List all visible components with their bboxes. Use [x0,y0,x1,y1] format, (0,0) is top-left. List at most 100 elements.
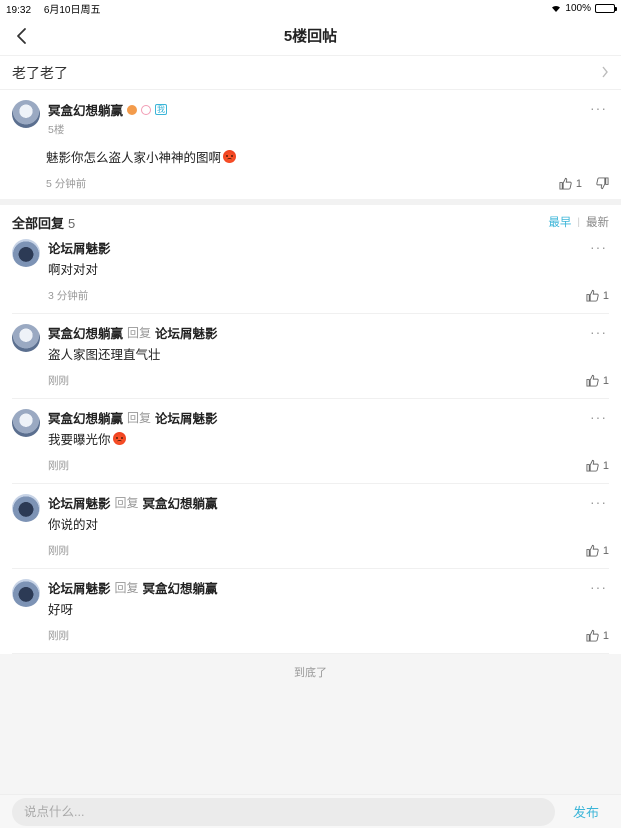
floor-number: 5楼 [48,124,65,136]
thumbs-up-icon [586,629,599,642]
sort-separator: | [577,216,580,228]
post-content: 魅影你怎么盗人家小神神的图啊 [46,147,609,166]
reply-text: 我要曝光你 [48,433,111,447]
reply-to-label: 回复 [127,410,152,425]
dislike-button[interactable] [596,177,609,190]
reply-item[interactable]: 论坛屑魅影 回复 冥盒幻想躺赢 你说的对 刚刚 ··· 1 [0,484,621,569]
reply-text: 盗人家图还理直气壮 [48,348,161,362]
more-options-icon[interactable]: ··· [590,324,607,340]
reply-text: 你说的对 [48,518,99,532]
like-count: 1 [602,629,609,642]
reply-author-name[interactable]: 论坛屑魅影 [48,578,111,597]
post-time: 5 分钟前 [46,178,87,190]
more-options-icon[interactable]: ··· [590,100,607,116]
avatar[interactable] [12,100,40,128]
reply-target-name[interactable]: 论坛屑魅影 [155,323,218,342]
avatar[interactable] [12,494,40,522]
sort-toggle: 最早 | 最新 [548,214,609,230]
replies-count: 5 [68,215,76,231]
reply-target-name[interactable]: 冥盒幻想躺赢 [143,578,218,597]
more-options-icon[interactable]: ··· [590,409,607,425]
thumbs-up-icon [559,177,572,190]
like-button[interactable]: 1 [586,289,609,302]
like-button[interactable]: 1 [559,177,582,190]
page-title: 5楼回帖 [283,28,338,45]
reply-time: 刚刚 [48,375,69,387]
thumbs-down-icon [596,177,609,190]
reply-content: 啊对对对 [48,259,609,278]
medal-badge-icon [141,104,152,115]
reply-author-name[interactable]: 冥盒幻想躺赢 [48,408,123,427]
me-tag: 我 [155,104,168,115]
like-count: 1 [575,177,582,190]
reply-composer: 发布 [0,794,621,828]
reply-author-name[interactable]: 论坛屑魅影 [48,238,111,257]
nav-bar: 5楼回帖 [0,16,621,56]
status-date: 6月10日周五 [43,4,101,16]
reply-time: 刚刚 [48,460,69,472]
reply-target-name[interactable]: 冥盒幻想躺赢 [143,493,218,512]
reply-content: 你说的对 [48,514,609,533]
thread-title: 老了老了 [12,64,68,81]
reply-time: 刚刚 [48,545,69,557]
reply-to-label: 回复 [114,580,139,595]
reply-text: 好呀 [48,603,74,617]
avatar[interactable] [12,409,40,437]
thread-title-link[interactable]: 老了老了 [0,56,621,90]
reply-target-name[interactable]: 论坛屑魅影 [155,408,218,427]
level-badge-icon [127,104,138,115]
reply-to-label: 回复 [127,325,152,340]
replies-header: 全部回复 5 [12,213,75,232]
reply-time: 3 分钟前 [48,290,89,302]
angry-emoji-icon [223,150,237,163]
reply-content: 我要曝光你 [48,429,609,448]
publish-button[interactable]: 发布 [573,802,609,821]
status-time: 19:32 [6,4,32,16]
avatar[interactable] [12,579,40,607]
reply-item[interactable]: 冥盒幻想躺赢 回复 论坛屑魅影 我要曝光你 刚刚 ··· 1 [0,399,621,484]
thumbs-up-icon [586,544,599,557]
reply-content: 盗人家图还理直气壮 [48,344,609,363]
like-count: 1 [602,544,609,557]
reply-author-name[interactable]: 冥盒幻想躺赢 [48,323,123,342]
like-button[interactable]: 1 [586,629,609,642]
more-options-icon[interactable]: ··· [590,494,607,510]
chevron-right-icon [601,65,609,81]
reply-to-label: 回复 [114,495,139,510]
post-author-name[interactable]: 冥盒幻想躺赢 [48,100,123,119]
reply-item[interactable]: 论坛屑魅影 啊对对对 3 分钟前 ··· 1 [0,239,621,314]
like-count: 1 [602,459,609,472]
thumbs-up-icon [586,459,599,472]
reply-content: 好呀 [48,599,609,618]
end-of-list-text: 到底了 [294,667,327,679]
reply-text: 啊对对对 [48,263,99,277]
battery-percent: 100% [565,2,591,14]
reply-author-name[interactable]: 论坛屑魅影 [48,493,111,512]
back-arrow-icon[interactable] [12,26,32,46]
like-button[interactable]: 1 [586,544,609,557]
reply-list: 论坛屑魅影 啊对对对 3 分钟前 ··· 1 冥盒幻想躺赢 回复 论坛屑魅影 盗… [0,239,621,654]
battery-icon [595,3,617,13]
like-count: 1 [602,374,609,387]
wifi-icon [551,4,561,12]
floor-post: 冥盒幻想躺赢 我 5楼 ··· 魅影你怎么盗人家小神神的图啊 5 分钟前 1 [0,90,621,205]
reply-time: 刚刚 [48,630,69,642]
sort-newest[interactable]: 最新 [586,214,609,230]
avatar[interactable] [12,239,40,267]
replies-section: 全部回复 5 最早 | 最新 论坛屑魅影 啊对对对 3 分钟前 ··· 1 冥盒… [0,205,621,654]
reply-item[interactable]: 论坛屑魅影 回复 冥盒幻想躺赢 好呀 刚刚 ··· 1 [0,569,621,654]
angry-emoji-icon [112,432,126,445]
status-bar: 19:32 6月10日周五 100% [0,0,621,16]
replies-label: 全部回复 [12,215,65,231]
more-options-icon[interactable]: ··· [590,579,607,595]
avatar[interactable] [12,324,40,352]
like-count: 1 [602,289,609,302]
like-button[interactable]: 1 [586,459,609,472]
thumbs-up-icon [586,374,599,387]
reply-item[interactable]: 冥盒幻想躺赢 回复 论坛屑魅影 盗人家图还理直气壮 刚刚 ··· 1 [0,314,621,399]
reply-input[interactable] [12,797,555,826]
sort-earliest[interactable]: 最早 [548,214,571,230]
more-options-icon[interactable]: ··· [590,239,607,255]
thumbs-up-icon [586,289,599,302]
like-button[interactable]: 1 [586,374,609,387]
